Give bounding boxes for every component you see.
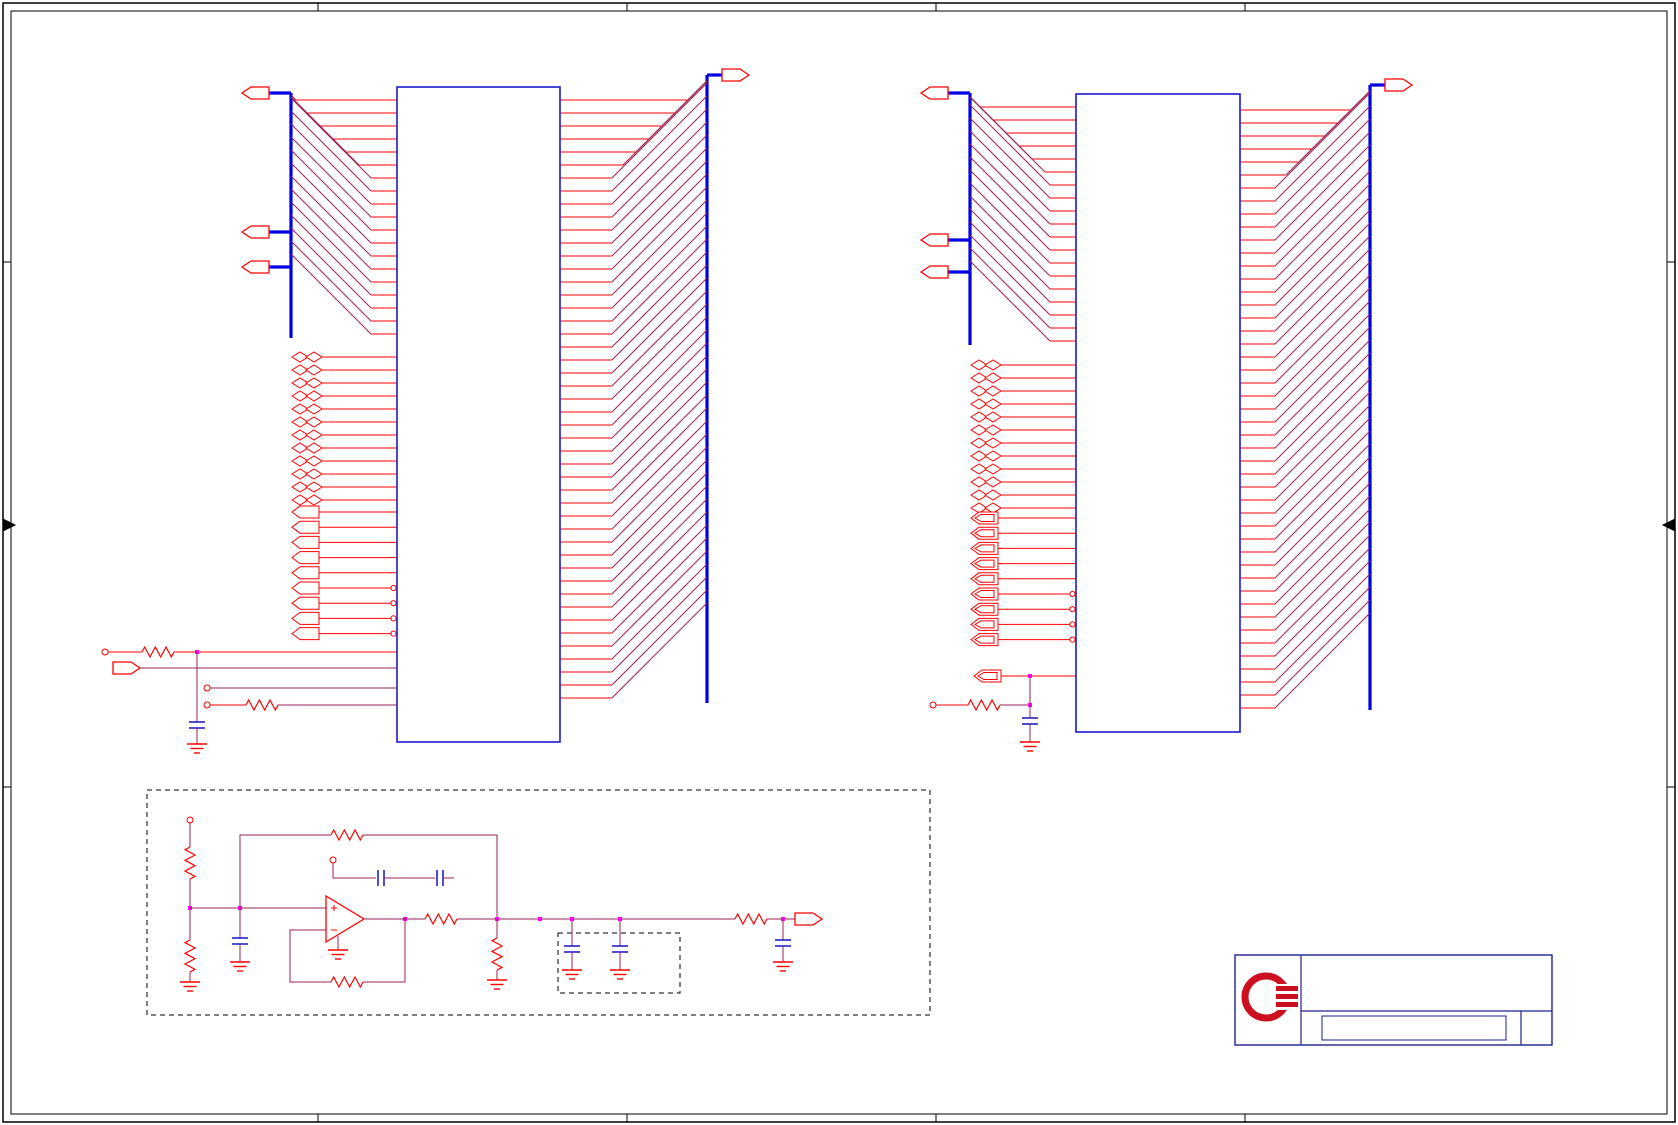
schematic-page (0, 0, 1678, 1125)
ic-right-input-port[interactable] (919, 86, 949, 100)
ic-left-right-pins (560, 80, 708, 699)
ic-right-right-pins (1240, 90, 1371, 709)
ic-left-left-pins (290, 94, 397, 335)
ic-right-net-flags (970, 511, 1076, 647)
ic-left-right-bus (705, 68, 751, 703)
sheet-frame (2, 2, 1676, 1123)
ic-right-input-port[interactable] (919, 265, 949, 279)
opamp-symbol[interactable] (325, 894, 366, 944)
ic-left-left-bus (240, 86, 293, 338)
title-block (1234, 954, 1553, 1046)
ic-right-body[interactable] (1075, 93, 1241, 733)
ic-left-input-port[interactable] (240, 260, 270, 274)
ic-left-output-port[interactable] (721, 68, 751, 82)
ic-left-body[interactable] (396, 86, 561, 743)
ic-right-left-pins (969, 96, 1076, 342)
output-port[interactable] (112, 661, 142, 675)
ic-left-input-port[interactable] (240, 86, 270, 100)
ic-left-net-diamonds (291, 351, 397, 506)
ic-left-group (101, 68, 751, 754)
ic-right-output-port[interactable] (1384, 78, 1414, 92)
ic-right-aux-network (929, 669, 1076, 752)
ic-left-input-port[interactable] (240, 225, 270, 239)
ic-right-left-bus (919, 86, 972, 345)
schematic-canvas (2, 2, 1676, 1123)
ic-right-input-port[interactable] (919, 233, 949, 247)
ic-left-net-flags (291, 505, 397, 641)
ic-right-group (919, 78, 1414, 752)
ic-left-aux-network (101, 645, 397, 754)
analog-filter-circuit (146, 789, 931, 1016)
ic-right-right-bus (1368, 78, 1414, 710)
output-port[interactable] (794, 912, 824, 926)
ic-right-net-diamonds (970, 359, 1076, 514)
